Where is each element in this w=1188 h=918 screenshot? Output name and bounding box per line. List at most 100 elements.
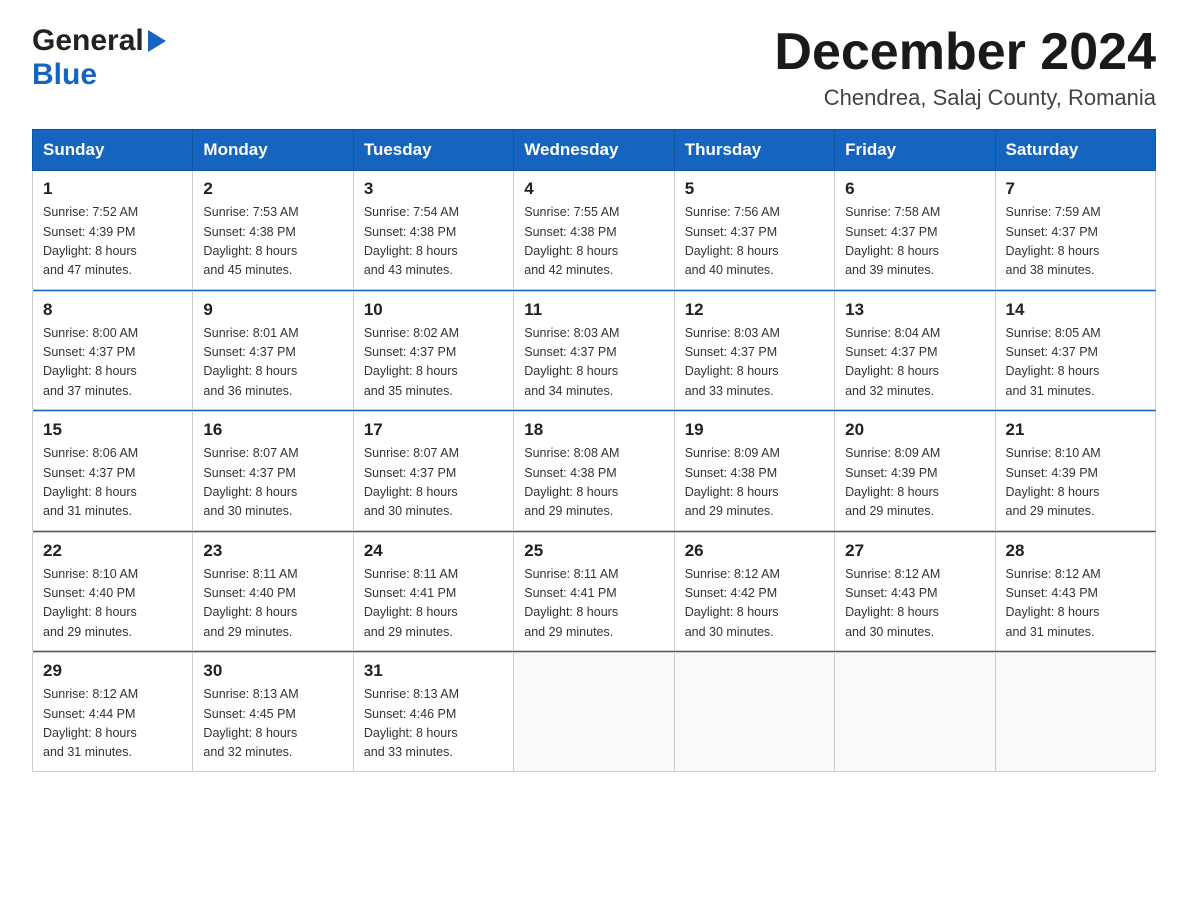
day-cell: 29 Sunrise: 8:12 AMSunset: 4:44 PMDayligh… — [33, 653, 193, 772]
day-info: Sunrise: 8:11 AMSunset: 4:41 PMDaylight:… — [524, 565, 663, 643]
day-number: 14 — [1006, 300, 1145, 320]
title-block: December 2024 Chendrea, Salaj County, Ro… — [774, 24, 1156, 111]
day-number: 21 — [1006, 420, 1145, 440]
day-number: 17 — [364, 420, 503, 440]
day-info: Sunrise: 8:12 AMSunset: 4:44 PMDaylight:… — [43, 685, 182, 763]
day-cell: 4 Sunrise: 7:55 AMSunset: 4:38 PMDaylight… — [514, 171, 674, 290]
day-cell: 8 Sunrise: 8:00 AMSunset: 4:37 PMDaylight… — [33, 291, 193, 410]
day-info: Sunrise: 8:05 AMSunset: 4:37 PMDaylight:… — [1006, 324, 1145, 402]
day-info: Sunrise: 8:10 AMSunset: 4:40 PMDaylight:… — [43, 565, 182, 643]
weekday-header-thursday: Thursday — [674, 130, 834, 171]
page-wrapper: General Blue December 2024 Chendrea, Sal… — [0, 0, 1188, 804]
day-number: 6 — [845, 179, 984, 199]
day-cell: 15 Sunrise: 8:06 AMSunset: 4:37 PMDayligh… — [33, 412, 193, 531]
day-number: 1 — [43, 179, 182, 199]
day-cell: 3 Sunrise: 7:54 AMSunset: 4:38 PMDaylight… — [353, 171, 513, 290]
day-cell: 30 Sunrise: 8:13 AMSunset: 4:45 PMDayligh… — [193, 653, 353, 772]
weekday-header-tuesday: Tuesday — [353, 130, 513, 171]
day-cell: 31Sunrise: 8:13 AMSunset: 4:46 PMDayligh… — [353, 653, 513, 772]
day-cell: 6 Sunrise: 7:58 AMSunset: 4:37 PMDaylight… — [835, 171, 995, 290]
day-cell: 10Sunrise: 8:02 AMSunset: 4:37 PMDayligh… — [353, 291, 513, 410]
week-row-1: 1 Sunrise: 7:52 AMSunset: 4:39 PMDaylight… — [33, 171, 1156, 290]
day-info: Sunrise: 8:12 AMSunset: 4:43 PMDaylight:… — [1006, 565, 1145, 643]
day-number: 4 — [524, 179, 663, 199]
day-info: Sunrise: 8:08 AMSunset: 4:38 PMDaylight:… — [524, 444, 663, 522]
day-number: 29 — [43, 661, 182, 681]
day-number: 16 — [203, 420, 342, 440]
calendar-table: SundayMondayTuesdayWednesdayThursdayFrid… — [32, 129, 1156, 772]
day-number: 19 — [685, 420, 824, 440]
day-cell: 9 Sunrise: 8:01 AMSunset: 4:37 PMDaylight… — [193, 291, 353, 410]
day-cell: 27Sunrise: 8:12 AMSunset: 4:43 PMDayligh… — [835, 532, 995, 651]
day-info: Sunrise: 8:12 AMSunset: 4:42 PMDaylight:… — [685, 565, 824, 643]
day-number: 9 — [203, 300, 342, 320]
day-info: Sunrise: 8:03 AMSunset: 4:37 PMDaylight:… — [685, 324, 824, 402]
weekday-header-saturday: Saturday — [995, 130, 1155, 171]
day-cell: 26Sunrise: 8:12 AMSunset: 4:42 PMDayligh… — [674, 532, 834, 651]
day-cell: 20 Sunrise: 8:09 AMSunset: 4:39 PMDayligh… — [835, 412, 995, 531]
day-number: 30 — [203, 661, 342, 681]
day-info: Sunrise: 7:59 AMSunset: 4:37 PMDaylight:… — [1006, 203, 1145, 281]
day-info: Sunrise: 7:53 AMSunset: 4:38 PMDaylight:… — [203, 203, 342, 281]
day-cell: 17Sunrise: 8:07 AMSunset: 4:37 PMDayligh… — [353, 412, 513, 531]
day-info: Sunrise: 8:02 AMSunset: 4:37 PMDaylight:… — [364, 324, 503, 402]
day-cell: 24 Sunrise: 8:11 AMSunset: 4:41 PMDayligh… — [353, 532, 513, 651]
day-info: Sunrise: 7:54 AMSunset: 4:38 PMDaylight:… — [364, 203, 503, 281]
day-info: Sunrise: 8:09 AMSunset: 4:38 PMDaylight:… — [685, 444, 824, 522]
day-number: 22 — [43, 541, 182, 561]
weekday-header-wednesday: Wednesday — [514, 130, 674, 171]
day-number: 13 — [845, 300, 984, 320]
day-cell — [514, 653, 674, 772]
day-cell: 1 Sunrise: 7:52 AMSunset: 4:39 PMDaylight… — [33, 171, 193, 290]
day-info: Sunrise: 7:55 AMSunset: 4:38 PMDaylight:… — [524, 203, 663, 281]
day-number: 5 — [685, 179, 824, 199]
day-info: Sunrise: 7:56 AMSunset: 4:37 PMDaylight:… — [685, 203, 824, 281]
day-cell: 21 Sunrise: 8:10 AMSunset: 4:39 PMDayligh… — [995, 412, 1155, 531]
day-number: 12 — [685, 300, 824, 320]
day-number: 18 — [524, 420, 663, 440]
weekday-header-sunday: Sunday — [33, 130, 193, 171]
logo: General Blue — [32, 24, 166, 92]
day-info: Sunrise: 8:11 AMSunset: 4:40 PMDaylight:… — [203, 565, 342, 643]
day-cell: 28Sunrise: 8:12 AMSunset: 4:43 PMDayligh… — [995, 532, 1155, 651]
day-cell: 7Sunrise: 7:59 AMSunset: 4:37 PMDaylight… — [995, 171, 1155, 290]
day-number: 11 — [524, 300, 663, 320]
day-info: Sunrise: 8:09 AMSunset: 4:39 PMDaylight:… — [845, 444, 984, 522]
day-info: Sunrise: 8:06 AMSunset: 4:37 PMDaylight:… — [43, 444, 182, 522]
day-number: 23 — [203, 541, 342, 561]
day-cell: 14 Sunrise: 8:05 AMSunset: 4:37 PMDayligh… — [995, 291, 1155, 410]
day-cell — [674, 653, 834, 772]
day-number: 31 — [364, 661, 503, 681]
calendar-title: December 2024 — [774, 24, 1156, 81]
day-cell: 22 Sunrise: 8:10 AMSunset: 4:40 PMDayligh… — [33, 532, 193, 651]
day-cell — [835, 653, 995, 772]
logo-triangle-icon — [146, 26, 166, 57]
day-number: 20 — [845, 420, 984, 440]
week-row-4: 22 Sunrise: 8:10 AMSunset: 4:40 PMDayligh… — [33, 532, 1156, 651]
day-number: 24 — [364, 541, 503, 561]
calendar-subtitle: Chendrea, Salaj County, Romania — [774, 85, 1156, 111]
logo-general: General — [32, 24, 144, 58]
day-number: 8 — [43, 300, 182, 320]
day-cell: 2Sunrise: 7:53 AMSunset: 4:38 PMDaylight… — [193, 171, 353, 290]
week-row-2: 8 Sunrise: 8:00 AMSunset: 4:37 PMDaylight… — [33, 291, 1156, 410]
day-cell: 18 Sunrise: 8:08 AMSunset: 4:38 PMDayligh… — [514, 412, 674, 531]
day-info: Sunrise: 8:13 AMSunset: 4:45 PMDaylight:… — [203, 685, 342, 763]
day-info: Sunrise: 8:00 AMSunset: 4:37 PMDaylight:… — [43, 324, 182, 402]
day-number: 15 — [43, 420, 182, 440]
day-number: 25 — [524, 541, 663, 561]
day-info: Sunrise: 7:58 AMSunset: 4:37 PMDaylight:… — [845, 203, 984, 281]
weekday-header-row: SundayMondayTuesdayWednesdayThursdayFrid… — [33, 130, 1156, 171]
day-number: 3 — [364, 179, 503, 199]
day-info: Sunrise: 8:10 AMSunset: 4:39 PMDaylight:… — [1006, 444, 1145, 522]
day-info: Sunrise: 8:11 AMSunset: 4:41 PMDaylight:… — [364, 565, 503, 643]
day-cell: 23 Sunrise: 8:11 AMSunset: 4:40 PMDayligh… — [193, 532, 353, 651]
day-info: Sunrise: 8:01 AMSunset: 4:37 PMDaylight:… — [203, 324, 342, 402]
day-number: 27 — [845, 541, 984, 561]
weekday-header-monday: Monday — [193, 130, 353, 171]
logo-blue: Blue — [32, 58, 97, 91]
day-cell: 16Sunrise: 8:07 AMSunset: 4:37 PMDayligh… — [193, 412, 353, 531]
day-cell: 19 Sunrise: 8:09 AMSunset: 4:38 PMDayligh… — [674, 412, 834, 531]
day-info: Sunrise: 7:52 AMSunset: 4:39 PMDaylight:… — [43, 203, 182, 281]
weekday-header-friday: Friday — [835, 130, 995, 171]
